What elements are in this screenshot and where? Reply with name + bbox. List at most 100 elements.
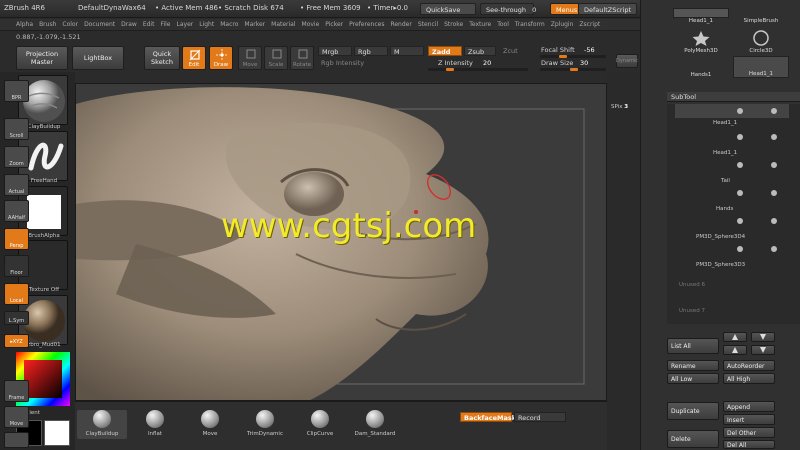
- aahalf-button[interactable]: AAHalf: [4, 200, 29, 222]
- menu-item[interactable]: Document: [84, 19, 115, 30]
- floor-button[interactable]: Floor: [4, 255, 29, 277]
- brush-dam-standard[interactable]: Dam_Standard: [350, 410, 400, 437]
- record-button[interactable]: Record: [514, 412, 566, 422]
- duplicate-button[interactable]: Duplicate: [667, 402, 719, 420]
- lsym-button[interactable]: L.Sym: [4, 311, 29, 325]
- menu-item[interactable]: Edit: [143, 19, 155, 30]
- quicksave-button[interactable]: QuickSave: [420, 3, 476, 15]
- rotate-mode-button[interactable]: Rotate: [290, 46, 314, 70]
- menu-item[interactable]: Movie: [302, 19, 320, 30]
- mrgb-toggle[interactable]: Mrgb: [318, 46, 352, 56]
- menu-item[interactable]: Texture: [469, 19, 491, 30]
- draw-size-knob[interactable]: [570, 68, 578, 71]
- menu-item[interactable]: Stroke: [444, 19, 463, 30]
- menu-item[interactable]: Draw: [121, 19, 137, 30]
- list-all-button[interactable]: List All: [667, 338, 719, 354]
- move-mode-button[interactable]: Move: [238, 46, 262, 70]
- visibility-toggle-icon[interactable]: [771, 190, 777, 196]
- subtool-row[interactable]: [675, 158, 800, 172]
- zsub-toggle[interactable]: Zsub: [464, 46, 496, 56]
- tool-thumb[interactable]: Hands1: [673, 62, 729, 78]
- subtool-row-selected[interactable]: [675, 104, 789, 118]
- script-button[interactable]: DefaultZScript: [578, 3, 638, 15]
- menu-item[interactable]: Layer: [177, 19, 194, 30]
- eye-icon[interactable]: [737, 162, 743, 168]
- focal-shift-slider[interactable]: [540, 55, 606, 58]
- menu-item[interactable]: Brush: [39, 19, 56, 30]
- all-high-button[interactable]: All High: [723, 373, 775, 384]
- tool-thumb[interactable]: SimpleBrush: [733, 8, 789, 24]
- persp-button[interactable]: Persp: [4, 228, 29, 250]
- menu-item[interactable]: Picker: [325, 19, 343, 30]
- zoom-button[interactable]: Zoom: [4, 146, 29, 168]
- dynamic-button[interactable]: Dynamic: [616, 54, 638, 68]
- tool-thumb[interactable]: Head1_1: [673, 8, 729, 24]
- local-button[interactable]: Local: [4, 283, 29, 305]
- move-bottom-button[interactable]: [751, 345, 775, 355]
- brush-claybuildup[interactable]: ClayBuildup: [77, 410, 127, 439]
- del-all-button[interactable]: Del All: [723, 440, 775, 449]
- spix-control[interactable]: SPix 3: [611, 104, 628, 110]
- xyz-button[interactable]: ▸XYZ: [4, 334, 29, 348]
- rgb-toggle[interactable]: Rgb: [354, 46, 388, 56]
- rename-button[interactable]: Rename: [667, 360, 719, 371]
- scroll-button[interactable]: Scroll: [4, 118, 29, 140]
- subtool-row[interactable]: [675, 186, 800, 200]
- brush-move[interactable]: Move: [185, 410, 235, 437]
- auto-reorder-button[interactable]: AutoReorder: [723, 360, 775, 371]
- menu-item[interactable]: Render: [390, 19, 411, 30]
- delete-button[interactable]: Delete: [667, 430, 719, 448]
- menu-item[interactable]: Material: [271, 19, 295, 30]
- actual-button[interactable]: Actual: [4, 174, 29, 196]
- append-button[interactable]: Append: [723, 401, 775, 412]
- scale-mode-button[interactable]: Scale: [264, 46, 288, 70]
- all-low-button[interactable]: All Low: [667, 373, 719, 384]
- menu-item[interactable]: Alpha: [16, 19, 33, 30]
- move-view-button[interactable]: Move: [4, 406, 29, 428]
- z-intensity-slider[interactable]: [428, 68, 528, 71]
- m-toggle[interactable]: M: [390, 46, 424, 56]
- menu-item[interactable]: Transform: [515, 19, 545, 30]
- visibility-toggle-icon[interactable]: [771, 162, 777, 168]
- menu-item[interactable]: Tool: [497, 19, 509, 30]
- visibility-toggle-icon[interactable]: [771, 108, 777, 114]
- subtool-row[interactable]: [675, 242, 800, 256]
- brush-trimdynamic[interactable]: TrimDynamic: [240, 410, 290, 437]
- menu-item[interactable]: Preferences: [349, 19, 384, 30]
- scale-view-button[interactable]: [4, 432, 29, 448]
- menu-item[interactable]: Zplugin: [551, 19, 574, 30]
- zcut-toggle[interactable]: Zcut: [500, 46, 530, 56]
- brush-clipcurve[interactable]: ClipCurve: [295, 410, 345, 437]
- tool-thumb-selected[interactable]: Head1_1: [733, 56, 789, 78]
- visibility-toggle-icon[interactable]: [771, 246, 777, 252]
- menu-item[interactable]: Light: [199, 19, 214, 30]
- menu-item[interactable]: Macro: [220, 19, 238, 30]
- move-down-button[interactable]: [751, 332, 775, 342]
- menu-item[interactable]: File: [160, 19, 170, 30]
- lightbox-button[interactable]: LightBox: [72, 46, 124, 70]
- draw-mode-button[interactable]: Draw: [209, 46, 233, 70]
- visibility-toggle-icon[interactable]: [771, 134, 777, 140]
- brush-inflat[interactable]: Inflat: [130, 410, 180, 437]
- see-through-slider[interactable]: See-through 0: [480, 3, 536, 15]
- eye-icon[interactable]: [737, 190, 743, 196]
- menu-item[interactable]: Marker: [244, 19, 265, 30]
- visibility-toggle-icon[interactable]: [771, 218, 777, 224]
- subtool-row[interactable]: [675, 214, 800, 228]
- menu-item[interactable]: Color: [62, 19, 78, 30]
- move-top-button[interactable]: [723, 345, 747, 355]
- move-up-button[interactable]: [723, 332, 747, 342]
- del-other-button[interactable]: Del Other: [723, 427, 775, 438]
- focal-shift-knob[interactable]: [559, 55, 567, 58]
- frame-button[interactable]: Frame: [4, 380, 29, 402]
- tool-thumb[interactable]: Circle3D: [733, 30, 789, 54]
- projection-master-button[interactable]: Projection Master: [16, 46, 68, 70]
- insert-button[interactable]: Insert: [723, 414, 775, 425]
- quick-sketch-button[interactable]: Quick Sketch: [144, 46, 180, 70]
- tool-thumb[interactable]: PolyMesh3D: [673, 30, 729, 54]
- rgb-intensity-slider[interactable]: Rgb Intensity: [318, 58, 408, 68]
- eye-icon[interactable]: [737, 134, 743, 140]
- main-color-swatch[interactable]: [44, 420, 70, 446]
- z-intensity-knob[interactable]: [446, 68, 454, 71]
- document-canvas[interactable]: www.cgtsj.com: [75, 83, 607, 401]
